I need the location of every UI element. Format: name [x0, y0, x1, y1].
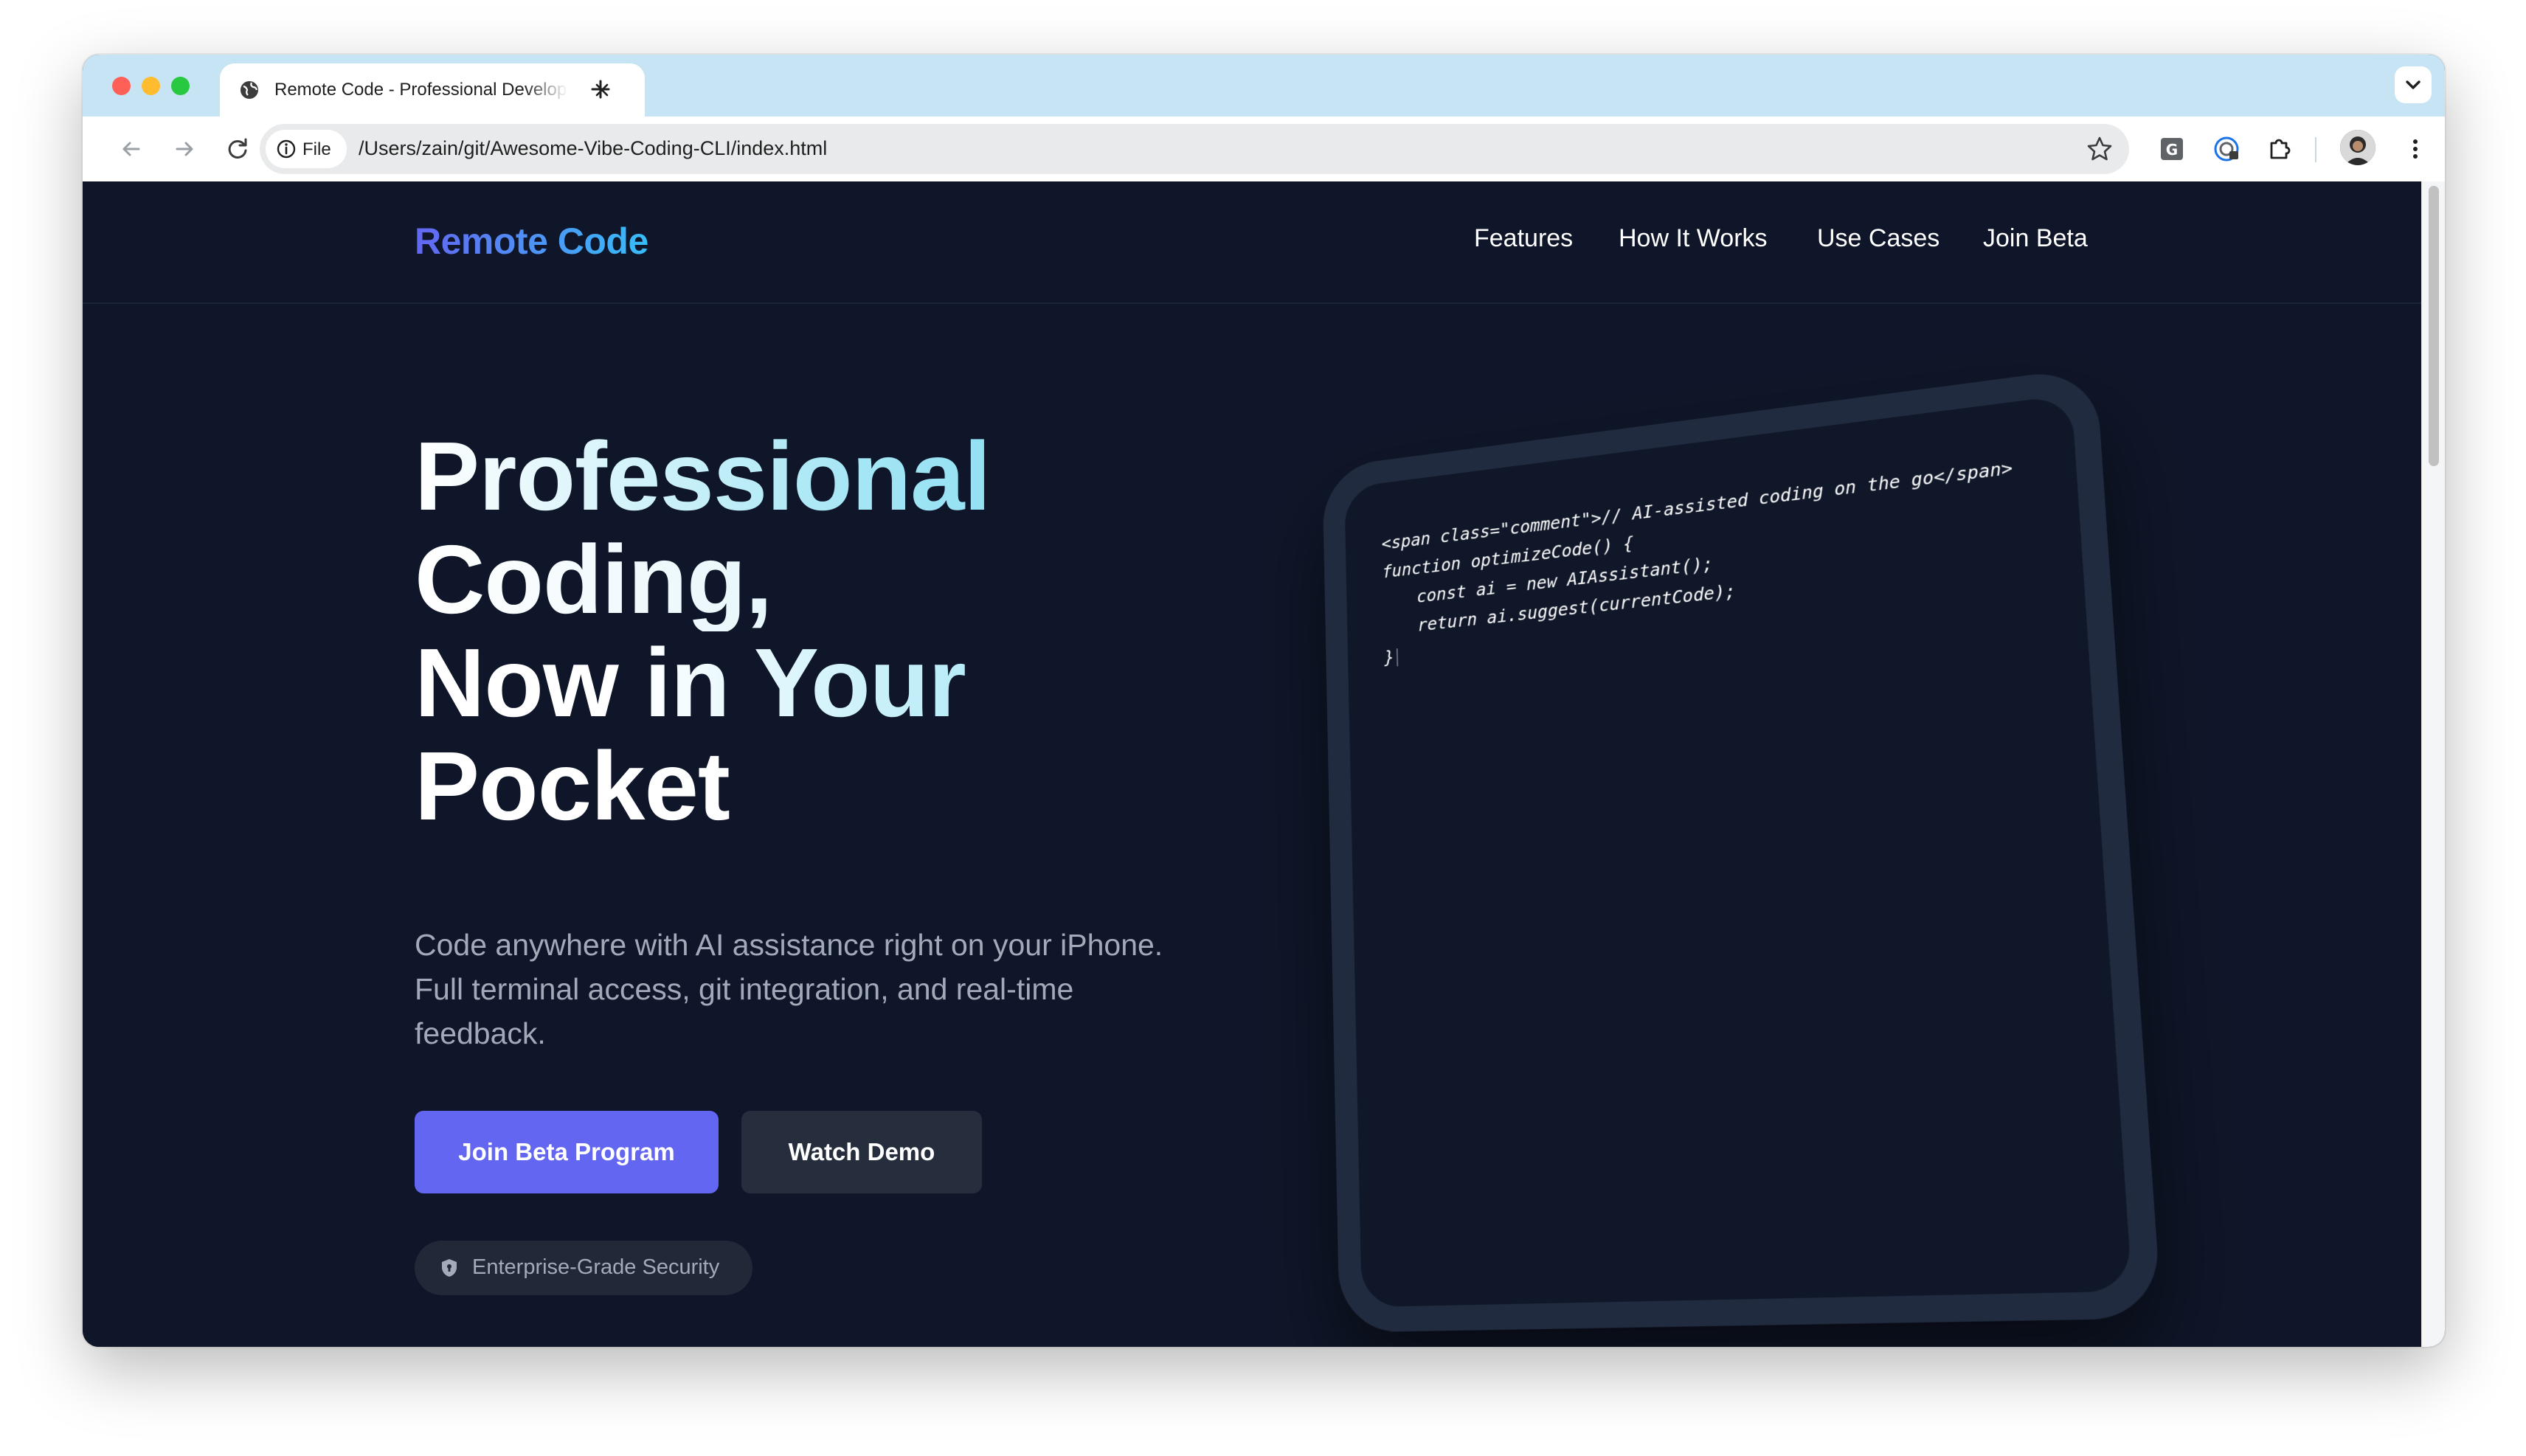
address-bar[interactable]: File /Users/zain/git/Awesome-Vibe-Coding… [260, 124, 2129, 174]
globe-icon [239, 80, 260, 100]
page-scrollbar[interactable] [2421, 181, 2445, 1347]
tab-strip: Remote Code - Professional Development [83, 55, 2445, 117]
shield-icon [438, 1257, 460, 1279]
join-beta-program-button[interactable]: Join Beta Program [415, 1111, 719, 1193]
chevron-down-icon [2395, 66, 2432, 103]
site-header: Remote Code Features How It Works Use Ca… [83, 181, 2421, 304]
tab-title: Remote Code - Professional Development [274, 80, 568, 102]
back-arrow-icon[interactable] [115, 133, 148, 165]
nav-link-use-cases[interactable]: Use Cases [1817, 224, 1940, 253]
reload-icon[interactable] [221, 133, 254, 165]
toolbar-divider [2315, 137, 2316, 162]
text-cursor [1397, 648, 1398, 666]
hero-title-line: Pocket [415, 735, 1152, 838]
close-window-button[interactable] [112, 77, 131, 95]
security-badge: Enterprise-Grade Security [415, 1241, 752, 1295]
code-line: <span class="comment">// AI-assisted cod… [1381, 457, 2013, 554]
hero-title: Professional Coding, Now in Your Pocket [415, 425, 1152, 838]
maximize-window-button[interactable] [171, 77, 190, 95]
watch-demo-button[interactable]: Watch Demo [741, 1111, 982, 1193]
phone-mockup: <span class="comment">// AI-assisted cod… [1219, 381, 2178, 1347]
file-chip-label: File [302, 139, 331, 160]
puzzle-icon[interactable] [2263, 133, 2296, 165]
grammarly-icon[interactable]: G [2156, 133, 2188, 165]
page-viewport: Remote Code Features How It Works Use Ca… [83, 181, 2421, 1347]
code-line: } [1384, 647, 1394, 668]
browser-toolbar: File /Users/zain/git/Awesome-Vibe-Coding… [83, 117, 2445, 182]
nav-link-features[interactable]: Features [1474, 224, 1573, 253]
brand-logo[interactable]: Remote Code [415, 220, 648, 263]
password-extension-icon[interactable] [2210, 133, 2243, 165]
star-icon[interactable] [2085, 134, 2114, 164]
hero-title-line: Now in Your [415, 631, 1152, 735]
nav-link-join-beta[interactable]: Join Beta [1983, 224, 2088, 253]
forward-arrow-icon[interactable] [168, 133, 201, 165]
security-badge-label: Enterprise-Grade Security [472, 1255, 719, 1280]
kebab-menu-icon[interactable] [2399, 133, 2432, 165]
code-snippet: <span class="comment">// AI-assisted cod… [1381, 453, 2021, 673]
svg-text:G: G [2166, 141, 2178, 159]
url-text[interactable]: /Users/zain/git/Awesome-Vibe-Coding-CLI/… [359, 137, 827, 160]
avatar-image [2340, 130, 2376, 165]
profile-avatar[interactable] [2340, 130, 2376, 165]
phone-frame: <span class="comment">// AI-assisted cod… [1322, 367, 2162, 1333]
hero-title-line: Coding, [415, 528, 1152, 631]
nav-link-how-it-works[interactable]: How It Works [1619, 224, 1768, 253]
phone-screen: <span class="comment">// AI-assisted cod… [1344, 395, 2132, 1308]
info-icon [276, 139, 297, 159]
hero-title-line: Professional [415, 425, 1152, 528]
tab-search-button[interactable] [2395, 66, 2432, 103]
plus-icon[interactable] [578, 71, 623, 108]
site-info-chip[interactable]: File [266, 130, 347, 168]
hero-subtitle: Code anywhere with AI assistance right o… [415, 923, 1197, 1055]
scrollbar-thumb[interactable] [2429, 186, 2439, 466]
browser-window: Remote Code - Professional Development [83, 55, 2445, 1347]
minimize-window-button[interactable] [142, 77, 160, 95]
